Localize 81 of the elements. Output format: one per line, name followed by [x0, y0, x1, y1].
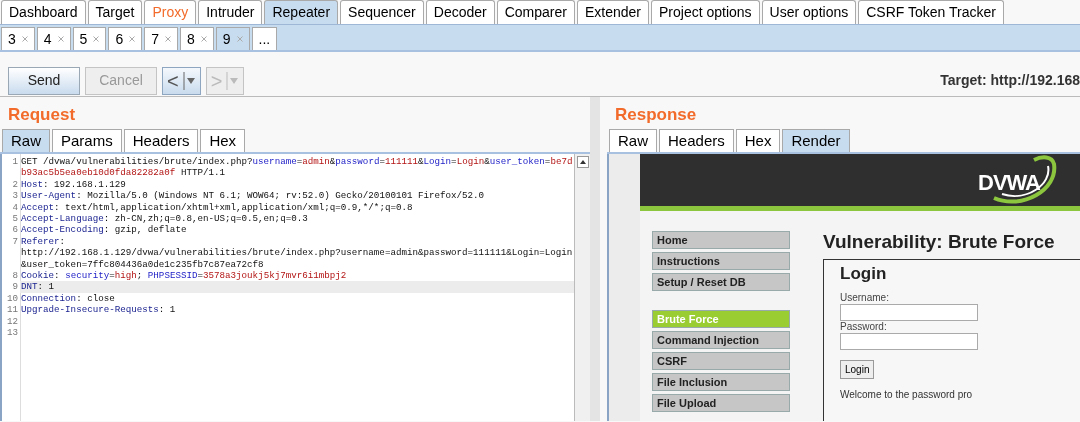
tab[interactable]: 4 [36, 27, 71, 50]
field-label: Password: [840, 321, 888, 334]
tab[interactable]: Target [87, 0, 143, 24]
code-line: Host: 192.168.1.129 [20, 178, 127, 191]
tab[interactable]: 8 [180, 27, 214, 50]
close-icon[interactable] [129, 36, 136, 42]
tab[interactable]: Sequencer [340, 0, 424, 24]
tab[interactable]: Headers [123, 129, 199, 152]
tab[interactable]: 6 [108, 27, 143, 50]
code-line: Upgrade-Insecure-Requests: 1 [20, 304, 177, 316]
tab[interactable]: Params [52, 129, 122, 152]
menu-item[interactable]: Setup / Reset DB [652, 273, 790, 291]
history-button[interactable]: < [162, 66, 201, 95]
tab[interactable]: 7 [144, 27, 178, 50]
tab[interactable]: Raw [2, 129, 50, 152]
scrollbar[interactable] [574, 154, 590, 421]
tab[interactable]: Hex [200, 129, 246, 152]
tab[interactable]: Extender [576, 0, 649, 24]
tab[interactable]: Hex [735, 129, 781, 152]
close-icon[interactable] [93, 36, 100, 42]
code-line: User-Agent: Mozilla/5.0 (Windows NT 6.1; WOW64; rv:52.0) Gecko/20100101 Firefox/52.0 [20, 190, 486, 202]
page-heading: Vulnerability: Brute Force [823, 231, 1056, 253]
tab[interactable]: ... [251, 27, 278, 50]
close-icon[interactable] [57, 36, 64, 42]
tab[interactable]: Dashboard [1, 0, 86, 24]
tab[interactable]: Raw [609, 129, 657, 152]
line-number: 5 [11, 213, 19, 225]
login-title: Login [840, 264, 888, 285]
line-number: 9 [11, 281, 19, 293]
target-label: Target: http://192.168 [940, 71, 1080, 90]
line-number: 8 [11, 270, 19, 282]
line-number: 1 [11, 156, 19, 169]
menu-item[interactable]: Instructions [652, 252, 790, 270]
tab[interactable]: User options [761, 0, 857, 24]
line-number: 4 [11, 201, 19, 214]
menu-item[interactable]: File Inclusion [652, 373, 790, 391]
tab[interactable]: Intruder [198, 0, 263, 24]
line-number: 13 [5, 327, 19, 339]
logo-text: DVWA [978, 169, 1040, 197]
line-number: 12 [5, 315, 19, 328]
line-number: 2 [11, 178, 19, 191]
close-icon[interactable] [200, 36, 207, 42]
tab[interactable]: Repeater [264, 0, 339, 24]
tab[interactable]: Render [782, 129, 850, 152]
close-icon[interactable] [165, 36, 171, 42]
line-number: 3 [11, 190, 19, 202]
menu-item[interactable]: File Upload [652, 394, 790, 412]
tab[interactable]: 3 [1, 27, 35, 50]
code-line: Referer: http://192.168.1.129/dvwa/vulnerabilities/brute/index.php?username=admin&password=111111&Login=Login&user_token=7ffc804436a0de1c235fb7c87ea72cf8 [20, 235, 574, 271]
menu-item[interactable]: Command Injection [652, 331, 790, 349]
toolbar-button[interactable]: Send [8, 66, 80, 95]
menu-item[interactable]: CSRF [652, 352, 790, 370]
code-line: GET /dvwa/vulnerabilities/brute/index.php?username=admin&password=111111&Login=Login&user_token=be7db93ac5b5ea0eb10d0fda82282a0f HTTP/1.1 [20, 156, 574, 179]
line-number: 10 [5, 292, 19, 305]
menu-item[interactable]: Home [652, 231, 790, 249]
code-line: Connection: close [20, 292, 116, 305]
pane-title: Request [7, 104, 77, 126]
code-line: Accept-Language: zh-CN,zh;q=0.8,en-US;q=0.5,en;q=0.3 [20, 213, 309, 225]
tab[interactable]: Decoder [425, 0, 495, 24]
tab[interactable]: CSRF Token Tracker [858, 0, 1004, 24]
welcome-text: Welcome to the password pro [840, 388, 974, 403]
input-field[interactable] [840, 304, 978, 322]
tab[interactable]: Project options [651, 0, 760, 24]
login-button[interactable]: Login [840, 360, 875, 380]
line-number: 6 [11, 224, 19, 236]
close-icon[interactable] [21, 36, 28, 42]
caret-icon[interactable] [182, 71, 196, 90]
tab[interactable]: Headers [659, 129, 734, 152]
input-field[interactable] [840, 333, 978, 351]
field-label: Username: [840, 292, 890, 305]
code-line: Cookie: security=high; PHPSESSID=3578a3joukj5kj7mvr6i1mbpj2 [20, 270, 348, 282]
tab[interactable]: Comparer [496, 0, 575, 24]
pane-title: Response [614, 104, 698, 126]
code-line: Accept-Encoding: gzip, deflate [20, 224, 188, 236]
code-line: Accept: text/html,application/xhtml+xml,application/xml;q=0.9,*/*;q=0.8 [20, 201, 414, 214]
tab[interactable]: 9 [215, 27, 250, 50]
line-number: 11 [5, 304, 19, 316]
tab[interactable]: 5 [72, 27, 107, 50]
close-icon[interactable] [236, 36, 243, 42]
scroll-up-icon[interactable] [576, 156, 589, 168]
line-number: 7 [11, 235, 19, 249]
